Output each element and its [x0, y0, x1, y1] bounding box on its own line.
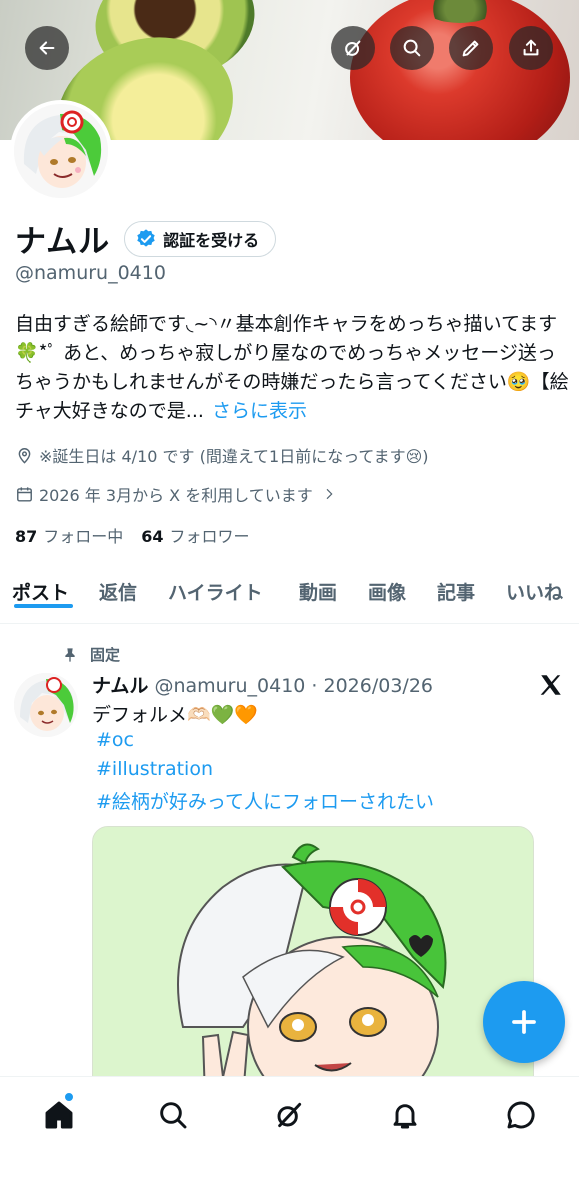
hashtag-link[interactable]: #illustration — [96, 758, 213, 780]
grok-button[interactable] — [331, 26, 375, 70]
plus-icon — [512, 1010, 536, 1034]
tab-likes[interactable]: いいね — [506, 570, 563, 605]
verified-badge-icon — [137, 228, 155, 247]
home-icon — [45, 1101, 73, 1129]
get-verified-label: 認証を受ける — [163, 230, 260, 250]
pinned-indicator: 固定 — [62, 644, 120, 665]
display-name: ナムル — [15, 224, 111, 260]
nav-grok[interactable] — [269, 1095, 309, 1135]
chevron-right-icon — [326, 488, 333, 500]
following-label: フォロー中 — [43, 527, 124, 546]
arrow-left-icon — [39, 41, 55, 55]
followers-count: 64 — [141, 527, 164, 546]
followers-label: フォロワー — [169, 527, 250, 546]
bell-icon — [393, 1104, 417, 1129]
post-author-avatar[interactable] — [14, 673, 78, 737]
tab-highlights[interactable]: ハイライト — [168, 570, 263, 605]
search-button[interactable] — [390, 26, 434, 70]
calendar-icon — [17, 486, 32, 502]
profile-avatar[interactable] — [10, 100, 112, 202]
grok-icon — [277, 1102, 302, 1128]
nav-explore[interactable] — [153, 1095, 193, 1135]
tab-articles[interactable]: 記事 — [437, 570, 475, 605]
hashtag-link[interactable]: #絵柄が好みって人にフォローされたい — [96, 787, 434, 814]
post-header: ナムル @namuru_0410 · 2026/03/26 — [92, 671, 433, 698]
avatar-image — [14, 104, 108, 198]
pinned-label: 固定 — [90, 646, 121, 664]
home-notification-dot — [64, 1092, 74, 1102]
tab-posts[interactable]: ポスト — [12, 570, 74, 608]
x-logo-icon[interactable] — [538, 672, 564, 698]
following-link[interactable]: 87 フォロー中 — [15, 523, 123, 547]
birthday-text: ※誕生日は 4/10 です (間違えて1日前になってます😢) — [39, 447, 429, 466]
following-count: 87 — [15, 527, 38, 546]
get-verified-button[interactable]: 認証を受ける — [124, 220, 277, 257]
post-text: デフォルメ🫶🏻💚🧡 — [92, 704, 258, 726]
share-icon — [523, 39, 539, 56]
nav-notifications[interactable] — [385, 1095, 425, 1135]
nav-messages[interactable] — [501, 1095, 541, 1135]
back-button[interactable] — [25, 26, 69, 70]
message-icon — [507, 1101, 535, 1129]
profile-location: ※誕生日は 4/10 です (間違えて1日前になってます😢) — [15, 443, 429, 467]
edit-button[interactable] — [449, 26, 493, 70]
show-more-link[interactable]: さらに表示 — [212, 400, 307, 422]
search-icon — [160, 1102, 187, 1129]
bottom-nav — [0, 1076, 579, 1200]
profile-bio: 自由すぎる絵師です◟~◝〃基本創作キャラをめっちゃ描いてます🍀*ﾟ あと、めっち… — [15, 310, 570, 426]
tab-images[interactable]: 画像 — [368, 570, 406, 605]
followers-link[interactable]: 64 フォロワー — [141, 523, 249, 547]
post-media-image[interactable] — [92, 826, 534, 1096]
grok-icon — [345, 40, 361, 56]
tab-videos[interactable]: 動画 — [299, 570, 337, 605]
nav-home[interactable] — [39, 1095, 79, 1135]
profile-joined[interactable]: 2026 年 3月から X を利用しています — [15, 482, 342, 506]
hashtag-link[interactable]: #oc — [96, 729, 134, 751]
profile-tabs: ポスト 返信 ハイライト 動画 画像 記事 いいね — [0, 570, 579, 624]
pencil-icon — [462, 40, 479, 57]
profile-handle: @namuru_0410 — [15, 262, 166, 284]
post-author-name[interactable]: ナムル — [92, 675, 148, 697]
post-author-handle-date[interactable]: @namuru_0410 · 2026/03/26 — [154, 675, 433, 697]
joined-text: 2026 年 3月から X を利用しています — [39, 486, 313, 505]
compose-button[interactable] — [483, 981, 565, 1063]
tab-replies[interactable]: 返信 — [99, 570, 137, 605]
search-icon — [403, 39, 421, 57]
location-pin-icon — [18, 447, 31, 464]
share-button[interactable] — [509, 26, 553, 70]
pin-icon — [65, 647, 75, 662]
